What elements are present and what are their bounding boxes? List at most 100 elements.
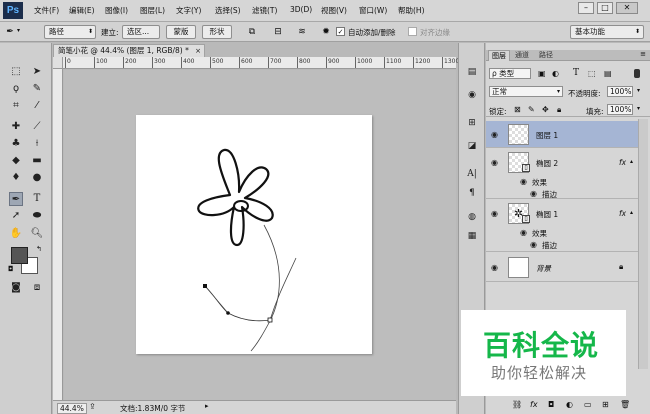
menu-type[interactable]: 文字(Y)	[176, 5, 201, 16]
properties-panel-icon[interactable]: ⊞	[465, 116, 479, 130]
foreground-color-swatch[interactable]	[11, 247, 28, 264]
quick-selection-tool-icon[interactable]: ✎	[30, 82, 44, 96]
new-group-icon[interactable]: ▭	[584, 400, 592, 409]
visibility-eye-icon[interactable]: ◉	[491, 209, 498, 218]
swatches-panel-icon[interactable]: ▦	[465, 229, 479, 243]
healing-brush-tool-icon[interactable]: ✚	[9, 120, 23, 134]
screen-mode-icon[interactable]: ⧈	[30, 281, 44, 295]
ellipse-tool-icon[interactable]: ⬬	[30, 209, 44, 223]
move-tool-icon[interactable]: ➤	[30, 65, 44, 79]
layer-row-ellipse-1[interactable]: ◉ ✲ ▯ 椭圆 1 fx ▴ ◉ 效果 ◉ 描边	[486, 200, 638, 252]
add-mask-icon[interactable]: ◘	[548, 400, 554, 409]
quick-mask-icon[interactable]: ◙	[9, 281, 23, 295]
tab-paths[interactable]: 路径	[536, 50, 556, 61]
type-tool-icon[interactable]: T	[30, 192, 44, 206]
fill-input[interactable]: 100%	[607, 104, 633, 115]
history-panel-icon[interactable]: ▤	[465, 65, 479, 79]
menu-select[interactable]: 选择(S)	[215, 5, 241, 16]
shape-filter-icon[interactable]: ⬚	[588, 69, 596, 78]
new-layer-icon[interactable]: ⊞	[602, 400, 609, 409]
effects-eye-icon[interactable]: ◉	[520, 228, 527, 237]
expand-effects-icon[interactable]: ▴	[630, 158, 633, 165]
adjustment-filter-icon[interactable]: ◐	[552, 69, 559, 78]
expand-effects-icon[interactable]: ▴	[630, 209, 633, 216]
link-layers-icon[interactable]: ⛓	[512, 400, 522, 409]
menu-window[interactable]: 窗口(W)	[359, 5, 387, 16]
auto-add-delete-checkbox[interactable]: ✓	[336, 27, 345, 36]
panel-menu-icon[interactable]: ≡	[640, 50, 646, 58]
opacity-arrow-icon[interactable]: ▾	[637, 87, 640, 94]
brush-tool-icon[interactable]: ⟋	[30, 120, 44, 134]
menu-help[interactable]: 帮助(H)	[398, 5, 425, 16]
stroke-eye-icon[interactable]: ◉	[530, 240, 537, 249]
smart-object-filter-icon[interactable]: ▤	[604, 69, 612, 78]
export-icon[interactable]: ⇪	[89, 402, 96, 411]
lock-all-icon[interactable]: 🔒︎	[557, 105, 561, 115]
blend-mode-select[interactable]: 正常 ▾	[489, 86, 563, 97]
make-mask-button[interactable]: 蒙版	[166, 25, 196, 39]
paragraph-panel-icon[interactable]: ¶	[465, 186, 479, 200]
make-shape-button[interactable]: 形状	[202, 25, 232, 39]
menu-view[interactable]: 视图(V)	[321, 5, 347, 16]
tab-layers[interactable]: 图层	[488, 50, 510, 61]
close-window-button[interactable]: ✕	[616, 2, 638, 14]
menu-layer[interactable]: 图层(L)	[140, 5, 165, 16]
align-edges-checkbox[interactable]	[408, 27, 417, 36]
lock-position-icon[interactable]: ✥	[542, 105, 549, 114]
adjustments-panel-icon[interactable]: ◪	[465, 139, 479, 153]
document-canvas[interactable]	[136, 115, 372, 354]
path-arrangement-icon[interactable]: ≋	[296, 26, 308, 38]
swap-colors-icon[interactable]: ↰	[36, 245, 42, 253]
gradient-tool-icon[interactable]: ▬	[30, 154, 44, 168]
zoom-level[interactable]: 44.4%	[57, 403, 87, 414]
adjustment-layer-icon[interactable]: ◐	[566, 400, 573, 409]
history-brush-tool-icon[interactable]: ⟊	[30, 137, 44, 151]
minimize-button[interactable]: –	[578, 2, 594, 14]
effects-eye-icon[interactable]: ◉	[520, 177, 527, 186]
menu-edit[interactable]: 编辑(E)	[69, 5, 95, 16]
layer-row-background[interactable]: ◉ 背景 🔒︎	[486, 253, 638, 282]
close-document-icon[interactable]: ×	[195, 45, 201, 57]
styles-panel-icon[interactable]: ◍	[465, 210, 479, 224]
make-selection-button[interactable]: 选区...	[122, 25, 160, 39]
pixel-filter-icon[interactable]: ▣	[538, 69, 546, 78]
path-alignment-icon[interactable]: ⊟	[272, 26, 284, 38]
visibility-eye-icon[interactable]: ◉	[491, 158, 498, 167]
blur-tool-icon[interactable]: ♦	[9, 171, 23, 185]
fx-icon[interactable]: fx	[619, 158, 626, 167]
menu-file[interactable]: 文件(F)	[34, 5, 59, 16]
workspace-select[interactable]: 基本功能 ⬍	[570, 25, 644, 39]
add-style-icon[interactable]: fx	[530, 400, 538, 409]
lock-transparency-icon[interactable]: ⊠	[514, 105, 521, 114]
document-tab[interactable]: 简笔小花 @ 44.4% (图层 1, RGB/8) * ×	[53, 44, 205, 57]
lasso-tool-icon[interactable]: ϙ	[9, 82, 23, 96]
tab-channels[interactable]: 通道	[512, 50, 532, 61]
lock-pixels-icon[interactable]: ✎	[528, 105, 535, 114]
type-filter-icon[interactable]: T	[573, 68, 579, 78]
opacity-input[interactable]: 100%	[607, 86, 633, 97]
tool-preset-arrow-icon[interactable]: ▾	[17, 27, 20, 34]
clone-stamp-tool-icon[interactable]: ♣	[9, 137, 23, 151]
filter-kind-select[interactable]: ρ 类型	[489, 68, 531, 79]
path-operations-icon[interactable]: ⧉	[246, 26, 258, 38]
menu-3d[interactable]: 3D(D)	[290, 5, 312, 14]
zoom-tool-icon[interactable]: 🔍︎	[30, 227, 44, 241]
marquee-tool-icon[interactable]: ⬚	[9, 65, 23, 79]
fill-arrow-icon[interactable]: ▾	[637, 105, 640, 112]
visibility-eye-icon[interactable]: ◉	[491, 130, 498, 139]
crop-tool-icon[interactable]: ⌗	[9, 99, 23, 113]
delete-layer-icon[interactable]: 🗑︎	[620, 400, 630, 409]
layer-row-ellipse-2[interactable]: ◉ ▯ 椭圆 2 fx ▴ ◉ 效果 ◉ 描边	[486, 149, 638, 199]
pen-tool-icon[interactable]: ✒	[4, 26, 16, 38]
eraser-tool-icon[interactable]: ◆	[9, 154, 23, 168]
status-menu-arrow-icon[interactable]: ▸	[205, 402, 209, 410]
info-panel-icon[interactable]: ◉	[465, 88, 479, 102]
tool-mode-select[interactable]: 路径 ⬍	[44, 25, 96, 39]
path-selection-tool-icon[interactable]: ➚	[9, 209, 23, 223]
stroke-eye-icon[interactable]: ◉	[530, 189, 537, 198]
fx-icon[interactable]: fx	[619, 209, 626, 218]
filter-toggle-icon[interactable]	[634, 69, 640, 78]
layers-scrollbar[interactable]	[638, 119, 648, 369]
default-colors-icon[interactable]: ◘	[8, 265, 14, 273]
pen-tool-icon[interactable]: ✒	[9, 192, 23, 206]
